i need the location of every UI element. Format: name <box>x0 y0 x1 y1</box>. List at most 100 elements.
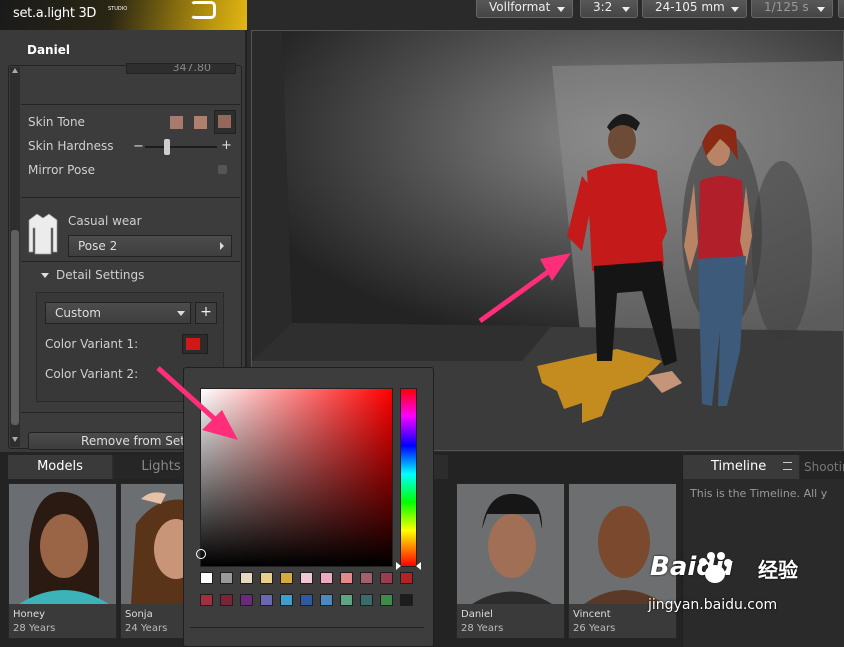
app-window: set.a.light 3D STUDIO Vollformat 3:2 24-… <box>0 0 844 647</box>
palette-swatch[interactable] <box>300 572 313 584</box>
slider-handle[interactable] <box>164 139 170 155</box>
watermark-brand-part1: Bai <box>650 552 697 582</box>
lens-value: 24-105 mm <box>655 0 725 14</box>
palette-swatch[interactable] <box>400 572 413 584</box>
palette-swatch[interactable] <box>280 594 293 606</box>
palette-swatch[interactable] <box>340 572 353 584</box>
plus-icon[interactable]: + <box>221 138 232 153</box>
palette-swatch[interactable] <box>360 572 373 584</box>
app-mark-icon <box>190 1 216 19</box>
chevron-right-icon <box>220 242 224 250</box>
timeline-description: This is the Timeline. All y <box>690 487 828 500</box>
chevron-down-icon[interactable] <box>41 273 49 278</box>
model-name: Daniel <box>461 609 493 620</box>
preset-value: Custom <box>55 306 101 320</box>
skin-hardness-label: Skin Hardness <box>28 139 114 153</box>
paw-icon <box>699 552 732 583</box>
hue-marker-right <box>416 562 421 570</box>
palette-swatch[interactable] <box>380 594 393 606</box>
palette-swatch[interactable] <box>220 572 233 584</box>
tab-shooting[interactable]: Shooting <box>800 455 844 479</box>
logo-text: set.a.light 3D <box>13 6 97 21</box>
format-value: Vollformat <box>489 0 551 14</box>
value-field[interactable]: 347.80 <box>126 63 236 74</box>
shutter-value: 1/125 s <box>764 0 809 14</box>
tab-timeline[interactable]: Timeline <box>683 455 799 479</box>
color-variant-2-label: Color Variant 2: <box>45 367 139 381</box>
panel-title: Daniel <box>27 43 70 57</box>
shirt-icon <box>28 213 58 255</box>
palette-row <box>200 594 413 606</box>
palette-swatch[interactable] <box>200 594 213 606</box>
palette-swatch[interactable] <box>260 594 273 606</box>
mirror-pose-label: Mirror Pose <box>28 163 95 177</box>
model-portrait <box>9 484 116 604</box>
detail-settings-label[interactable]: Detail Settings <box>56 268 144 282</box>
palette-swatch[interactable] <box>320 594 333 606</box>
shutter-dropdown[interactable]: 1/125 s <box>751 0 833 18</box>
palette-swatch[interactable] <box>300 594 313 606</box>
skin-tone-label: Skin Tone <box>28 115 85 129</box>
color-variant-1-label: Color Variant 1: <box>45 337 139 351</box>
format-dropdown[interactable]: Vollformat <box>476 0 573 18</box>
scroll-down-icon[interactable] <box>12 437 18 443</box>
palette-swatch[interactable] <box>360 594 373 606</box>
chevron-down-icon <box>557 7 565 12</box>
hue-slider[interactable] <box>400 388 417 567</box>
color-cursor-handle[interactable] <box>196 549 206 559</box>
hue-marker-left <box>396 562 401 570</box>
palette-swatch[interactable] <box>280 572 293 584</box>
palette-swatch[interactable] <box>240 594 253 606</box>
chevron-down-icon <box>817 7 825 12</box>
skin-tone-swatch-2[interactable] <box>194 116 207 129</box>
chevron-down-icon <box>731 7 739 12</box>
more-dropdown[interactable] <box>838 0 844 18</box>
model-name: Vincent <box>573 609 611 620</box>
palette-swatch[interactable] <box>200 572 213 584</box>
model-age: 28 Years <box>13 623 56 634</box>
logo-suffix: STUDIO <box>108 6 128 12</box>
tab-models[interactable]: Models <box>8 455 112 479</box>
pose-value: Pose 2 <box>78 239 118 253</box>
palette-swatch[interactable] <box>400 594 413 606</box>
mirror-pose-checkbox[interactable] <box>218 165 227 174</box>
divider <box>21 104 240 105</box>
add-preset-button[interactable]: + <box>195 302 217 324</box>
minus-icon[interactable]: − <box>133 139 144 154</box>
model-name: Honey <box>13 609 46 620</box>
menu-icon[interactable] <box>783 462 792 470</box>
skin-hardness-slider[interactable] <box>145 146 217 148</box>
divider <box>21 197 240 198</box>
scrollbar-thumb[interactable] <box>11 230 19 425</box>
annotation-arrow <box>156 366 238 440</box>
model-card-honey[interactable]: Honey 28 Years <box>8 483 117 639</box>
model-card-daniel[interactable]: Daniel 28 Years <box>456 483 565 639</box>
model-age: 26 Years <box>573 623 616 634</box>
divider <box>21 261 240 262</box>
clothing-label: Casual wear <box>68 214 142 228</box>
palette-swatch[interactable] <box>320 572 333 584</box>
lens-dropdown[interactable]: 24-105 mm <box>642 0 747 18</box>
skin-tone-selected[interactable] <box>214 110 236 134</box>
palette-swatch[interactable] <box>260 572 273 584</box>
color-variant-1-picker[interactable] <box>182 334 208 354</box>
skin-tone-swatch-1[interactable] <box>170 116 183 129</box>
palette-swatch[interactable] <box>240 572 253 584</box>
chevron-down-icon <box>177 311 185 316</box>
pose-dropdown[interactable]: Pose 2 <box>68 235 232 257</box>
ratio-dropdown[interactable]: 3:2 <box>580 0 638 18</box>
watermark-cn: 经验 <box>758 558 798 582</box>
preset-dropdown[interactable]: Custom <box>45 302 191 324</box>
model-age: 28 Years <box>461 623 504 634</box>
watermark-url: jingyan.baidu.com <box>648 597 778 613</box>
model-age: 24 Years <box>125 623 168 634</box>
watermark: Baidu 经验 jingyan.baidu.com <box>640 540 844 647</box>
scroll-up-icon[interactable] <box>12 67 18 73</box>
skin-tone-swatch-3 <box>218 115 231 128</box>
palette-swatch[interactable] <box>380 572 393 584</box>
ratio-value: 3:2 <box>593 0 613 14</box>
model-name: Sonja <box>125 609 153 620</box>
palette-swatch[interactable] <box>220 594 233 606</box>
palette-swatch[interactable] <box>340 594 353 606</box>
divider <box>190 627 424 628</box>
